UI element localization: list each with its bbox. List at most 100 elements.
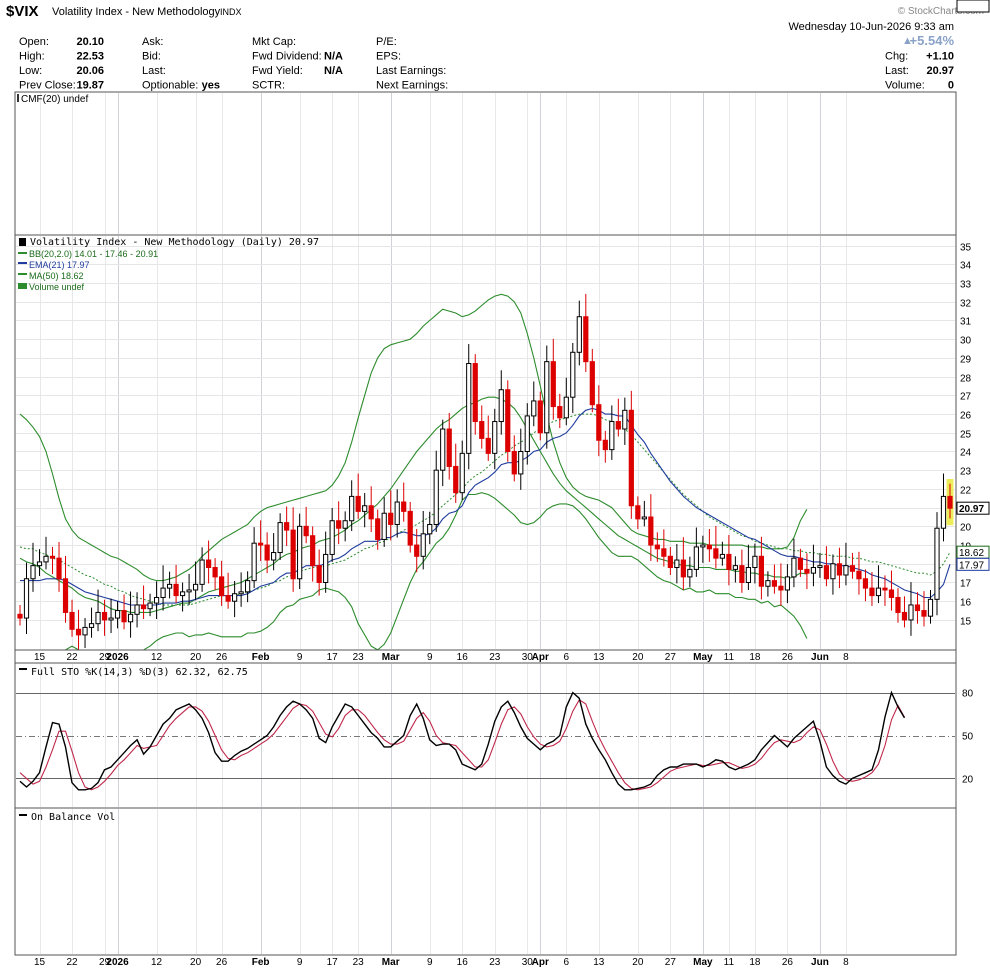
candle-body bbox=[407, 510, 413, 546]
x-tick-label: Jun bbox=[811, 957, 829, 968]
candle-body bbox=[680, 559, 686, 578]
candle-body bbox=[739, 565, 745, 583]
x-tick-label: 26 bbox=[216, 957, 228, 968]
candle-body bbox=[719, 553, 725, 559]
candle-body bbox=[524, 415, 530, 452]
candle-body bbox=[414, 544, 420, 557]
candle-body bbox=[732, 565, 738, 570]
x-tick-label: May bbox=[693, 957, 713, 968]
candle-body bbox=[43, 555, 49, 563]
candle-body bbox=[557, 406, 563, 419]
candle-body bbox=[446, 428, 452, 467]
quote-value: +1.10 bbox=[926, 51, 954, 63]
chart-header: $VIX Volatility Index - New Methodology … bbox=[6, 3, 984, 33]
x-tick-label: 12 bbox=[151, 957, 163, 968]
candle-body bbox=[869, 587, 875, 597]
candle-body bbox=[453, 465, 459, 494]
x-tick-label: Apr bbox=[532, 957, 549, 968]
legend-bb: BB(20,2.0) 14.01 - 17.46 - 20.91 bbox=[29, 249, 158, 259]
candle-body bbox=[836, 563, 843, 576]
y-tick-label: 22 bbox=[960, 486, 972, 497]
x-tick-label: Feb bbox=[252, 957, 270, 968]
candle-body bbox=[882, 587, 888, 591]
y-tick-label: 20 bbox=[960, 523, 972, 534]
quote-label: High: bbox=[19, 51, 45, 63]
candle-body bbox=[531, 400, 537, 417]
candle-body bbox=[700, 544, 706, 548]
date-axis-bottom-labels: 15 22 292026 12 20 26 Feb 9 17 23 Mar 9 16 23 30Apr 6 13… bbox=[34, 957, 849, 968]
candle-body bbox=[706, 544, 712, 550]
candle-body bbox=[56, 557, 62, 580]
candle-body bbox=[570, 351, 576, 398]
candle-body bbox=[134, 604, 140, 615]
candle-body bbox=[576, 316, 582, 353]
candle-body bbox=[797, 557, 804, 570]
candle-body bbox=[147, 602, 153, 610]
date-axis-top: 15 22 292026 12 20 26 Feb 9 17 23 Mar 9 16 23 30Apr 6 13… bbox=[14, 649, 957, 664]
candle-body bbox=[843, 565, 849, 576]
x-tick-label: 13 bbox=[593, 957, 605, 968]
candle-body bbox=[420, 533, 426, 557]
y-tick-label: 28 bbox=[960, 374, 972, 385]
x-tick-label: 15 bbox=[34, 652, 46, 663]
candle-body bbox=[17, 613, 23, 619]
candle-body bbox=[264, 544, 270, 561]
x-tick-label: 8 bbox=[843, 957, 849, 968]
legend-ema-swatch bbox=[18, 262, 27, 264]
candle-body bbox=[589, 361, 595, 406]
candle-body bbox=[271, 552, 277, 561]
candle-body bbox=[498, 389, 504, 423]
candle-body bbox=[206, 559, 212, 569]
candle-body bbox=[62, 578, 69, 613]
candle-body bbox=[648, 516, 654, 546]
candle-body bbox=[388, 512, 394, 525]
candle-body bbox=[635, 505, 641, 520]
x-tick-label: 23 bbox=[353, 652, 365, 663]
x-tick-label: 22 bbox=[66, 957, 78, 968]
x-tick-label: 20 bbox=[190, 652, 202, 663]
y-tick-label: 35 bbox=[960, 243, 972, 254]
candle-body bbox=[537, 400, 543, 434]
candle-body bbox=[804, 568, 810, 574]
candle-body bbox=[817, 565, 823, 569]
quote-label: Last: bbox=[142, 65, 166, 77]
quote-value: 22.53 bbox=[76, 51, 104, 63]
x-tick-label: 8 bbox=[843, 652, 849, 663]
y-tick-label: 24 bbox=[960, 448, 972, 459]
candle-body bbox=[947, 495, 953, 509]
x-tick-label: 18 bbox=[749, 957, 761, 968]
price-label: Volatility Index - New Methodology (Dail… bbox=[30, 237, 319, 248]
candle-body bbox=[160, 587, 166, 598]
x-tick-label: 16 bbox=[457, 957, 469, 968]
candle-body bbox=[459, 452, 465, 494]
candle-body bbox=[349, 495, 355, 522]
x-tick-label: 27 bbox=[665, 652, 677, 663]
cmf-panel: CMF(20) undef bbox=[14, 91, 957, 236]
candle-body bbox=[336, 520, 342, 529]
quote-value: 20.10 bbox=[76, 36, 104, 48]
candle-body bbox=[615, 421, 621, 430]
candle-body bbox=[934, 527, 940, 600]
legend-volume: Volume undef bbox=[29, 282, 85, 292]
cmf-panel-frame bbox=[14, 91, 957, 236]
candle-body bbox=[362, 505, 368, 512]
candle-body bbox=[290, 529, 296, 580]
candle-body bbox=[82, 626, 88, 636]
candle-body bbox=[888, 589, 895, 598]
value-tag: 17.97 bbox=[959, 560, 984, 571]
sto-label-swatch bbox=[19, 668, 27, 670]
candle-body bbox=[752, 555, 758, 569]
legend-ma50: MA(50) 18.62 bbox=[29, 271, 84, 281]
x-tick-label: 2026 bbox=[106, 957, 129, 968]
x-tick-label: 12 bbox=[151, 652, 163, 663]
y-tick-label: 33 bbox=[960, 280, 972, 291]
candle-body bbox=[485, 437, 491, 454]
candle-body bbox=[75, 628, 82, 636]
candle-body bbox=[127, 613, 134, 623]
candle-body bbox=[192, 583, 199, 591]
quote-label: Fwd Dividend: bbox=[252, 51, 322, 63]
sto-label: Full STO %K(14,3) %D(3) 62.32, 62.75 bbox=[31, 667, 248, 678]
value-tag: 18.62 bbox=[959, 548, 984, 559]
y-tick-label: 25 bbox=[960, 430, 972, 441]
y-tick-label: 16 bbox=[960, 598, 972, 609]
